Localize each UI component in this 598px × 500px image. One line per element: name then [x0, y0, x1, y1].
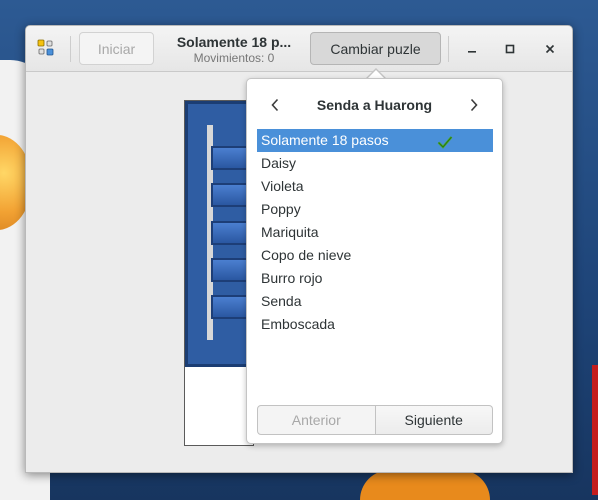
puzzle-item-label: Mariquita: [261, 224, 319, 240]
chevron-right-icon[interactable]: [462, 93, 486, 117]
minimize-icon[interactable]: [462, 39, 482, 59]
puzzle-item-label: Copo de nieve: [261, 247, 352, 263]
puzzle-item[interactable]: Senda: [257, 290, 493, 313]
header-bar: Iniciar Solamente 18 p... Movimientos: 0…: [26, 26, 572, 72]
puzzle-item[interactable]: Copo de nieve: [257, 244, 493, 267]
popover-header: Senda a Huarong: [247, 93, 502, 117]
puzzle-item-label: Burro rojo: [261, 270, 323, 286]
puzzle-block[interactable]: [211, 295, 251, 319]
change-puzzle-button[interactable]: Cambiar puzle: [310, 32, 441, 65]
puzzle-item[interactable]: Daisy: [257, 152, 493, 175]
puzzle-item[interactable]: Poppy: [257, 198, 493, 221]
puzzle-block[interactable]: [211, 258, 251, 282]
checkmark-icon: [437, 133, 453, 149]
puzzle-item[interactable]: Emboscada: [257, 313, 493, 336]
moves-counter: Movimientos: 0: [193, 51, 275, 65]
puzzle-block[interactable]: [211, 146, 251, 170]
puzzle-item[interactable]: Violeta: [257, 175, 493, 198]
close-icon[interactable]: [540, 39, 560, 59]
popover-footer: Anterior Siguiente: [257, 405, 493, 435]
next-puzzle-button[interactable]: Siguiente: [375, 405, 493, 435]
start-button[interactable]: Iniciar: [79, 32, 154, 65]
app-grid-icon[interactable]: [36, 38, 56, 58]
title-block: Solamente 18 p... Movimientos: 0: [168, 34, 300, 65]
desktop-wallpaper-shape: [592, 365, 598, 495]
puzzle-item-label: Poppy: [261, 201, 301, 217]
previous-puzzle-button[interactable]: Anterior: [257, 405, 376, 435]
maximize-icon[interactable]: [500, 39, 520, 59]
puzzle-board[interactable]: [184, 100, 255, 446]
puzzle-block[interactable]: [211, 221, 251, 245]
window-title: Solamente 18 p...: [176, 34, 292, 50]
puzzle-popover: Senda a Huarong Solamente 18 pasos Daisy…: [246, 78, 503, 444]
desktop-wallpaper-shape: [360, 470, 490, 500]
puzzle-item[interactable]: Solamente 18 pasos: [257, 129, 493, 152]
puzzle-item-label: Emboscada: [261, 316, 335, 332]
puzzle-item-label: Daisy: [261, 155, 297, 171]
puzzle-item-label: Violeta: [261, 178, 304, 194]
puzzle-item-label: Solamente 18 pasos: [261, 132, 389, 148]
puzzle-list: Solamente 18 pasos Daisy Violeta Poppy M…: [257, 129, 493, 336]
header-separator: [448, 36, 449, 62]
puzzle-block[interactable]: [211, 183, 251, 207]
puzzle-item[interactable]: Mariquita: [257, 221, 493, 244]
header-separator: [70, 36, 71, 62]
puzzle-item[interactable]: Burro rojo: [257, 267, 493, 290]
puzzle-item-label: Senda: [261, 293, 302, 309]
